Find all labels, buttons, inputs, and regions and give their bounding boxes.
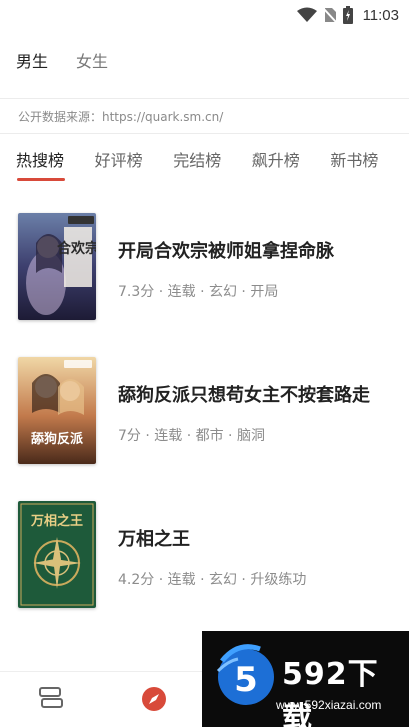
book-cover[interactable]: 合欢宗 — [18, 212, 96, 320]
cover-title-text: 舔狗反派 — [31, 431, 84, 447]
status-bar: 11:03 — [0, 0, 409, 30]
data-source-note: 公开数据来源：https://quark.sm.cn/ — [0, 98, 409, 134]
book-item[interactable]: 合欢宗 开局合欢宗被师姐拿捏命脉 7.3分 · 连载 · 玄幻 · 开局 — [0, 212, 409, 320]
book-info: 舔狗反派只想苟女主不按套路走 7分 · 连载 · 都市 · 脑洞 — [118, 381, 370, 445]
bookshelf-icon — [39, 687, 63, 708]
compass-icon — [142, 687, 166, 711]
book-item[interactable]: 舔狗反派 舔狗反派只想苟女主不按套路走 7分 · 连载 · 都市 · 脑洞 — [0, 356, 409, 464]
svg-text:5: 5 — [234, 660, 258, 700]
watermark-url: www.592xiazai.com — [276, 698, 382, 712]
cover-title-text: 合欢宗 — [57, 240, 96, 257]
data-source-text: 公开数据来源：https://quark.sm.cn/ — [18, 109, 224, 124]
battery-charging-icon — [342, 6, 353, 24]
tab-hot-search[interactable]: 热搜榜 — [16, 147, 95, 171]
tab-completed[interactable]: 完结榜 — [173, 147, 252, 171]
status-time: 11:03 — [362, 6, 399, 24]
book-title[interactable]: 开局合欢宗被师姐拿捏命脉 — [118, 237, 334, 263]
watermark-logo-icon: 5 — [216, 644, 274, 705]
watermark-overlay: 5 592下载 www.592xiazai.com — [202, 631, 409, 727]
rank-tabs: 热搜榜 好评榜 完结榜 飙升榜 新书榜 — [0, 134, 409, 184]
book-title[interactable]: 万相之王 — [118, 525, 306, 551]
book-title[interactable]: 舔狗反派只想苟女主不按套路走 — [118, 381, 370, 407]
tab-male[interactable]: 男生 — [16, 48, 48, 72]
active-tab-indicator — [17, 178, 65, 181]
book-cover[interactable]: 万相之王 — [18, 500, 96, 608]
nav-discover[interactable] — [141, 686, 167, 716]
book-cover-art: 合欢宗 — [18, 212, 96, 320]
book-cover-art: 万相之王 — [18, 500, 96, 608]
tab-new-books[interactable]: 新书榜 — [330, 147, 409, 171]
book-meta: 7分 · 连载 · 都市 · 脑洞 — [118, 428, 265, 444]
wifi-icon — [296, 7, 317, 22]
gender-tabs: 男生 女生 — [0, 30, 409, 90]
book-cover[interactable]: 舔狗反派 — [18, 356, 96, 464]
cover-title-text: 万相之王 — [30, 513, 83, 529]
book-info: 万相之王 4.2分 · 连载 · 玄幻 · 升级练功 — [118, 525, 306, 589]
no-sim-icon — [322, 8, 337, 23]
tab-female[interactable]: 女生 — [76, 48, 108, 72]
nav-bookshelf[interactable] — [38, 686, 64, 714]
tab-rising[interactable]: 飙升榜 — [252, 147, 331, 171]
book-item[interactable]: 万相之王 万相之王 4.2分 · 连载 · 玄幻 · 升级练功 — [0, 500, 409, 608]
watermark-logo-text: 592下载 — [282, 657, 379, 727]
book-cover-art: 舔狗反派 — [18, 356, 96, 464]
book-meta: 4.2分 · 连载 · 玄幻 · 升级练功 — [118, 572, 307, 588]
tab-top-rated[interactable]: 好评榜 — [95, 147, 174, 171]
book-meta: 7.3分 · 连载 · 玄幻 · 开局 — [118, 284, 279, 300]
book-info: 开局合欢宗被师姐拿捏命脉 7.3分 · 连载 · 玄幻 · 开局 — [118, 237, 334, 301]
